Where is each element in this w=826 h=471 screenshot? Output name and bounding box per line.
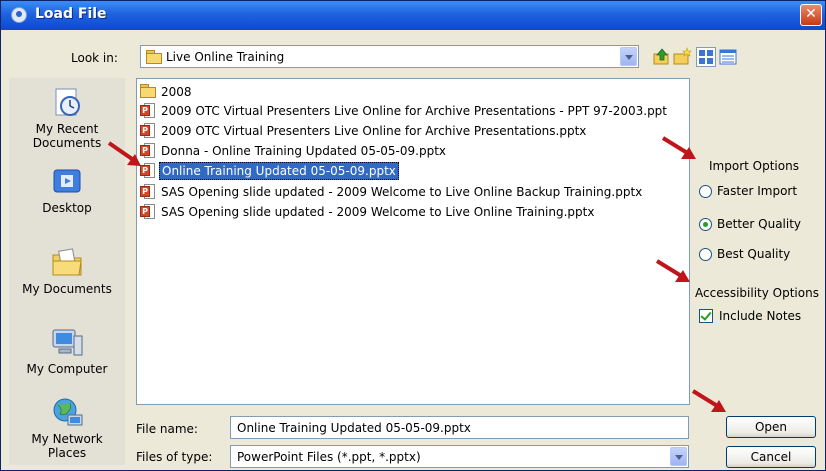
details-view-icon bbox=[719, 49, 737, 65]
chevron-down-icon[interactable] bbox=[620, 47, 637, 66]
file-name: 2009 OTC Virtual Presenters Live Online … bbox=[161, 124, 587, 138]
place-desktop[interactable]: Desktop bbox=[9, 165, 125, 215]
open-button[interactable]: Open bbox=[726, 416, 816, 438]
cancel-button[interactable]: Cancel bbox=[726, 446, 816, 468]
look-in-dropdown[interactable]: Live Online Training bbox=[140, 45, 639, 68]
thumbnails-view-icon bbox=[699, 50, 713, 64]
file-name-label: File name: bbox=[136, 422, 198, 436]
accessibility-options-heading: Accessibility Options bbox=[695, 286, 819, 300]
folder-icon bbox=[140, 84, 156, 100]
import-options-heading: Import Options bbox=[709, 159, 799, 173]
title-bar[interactable]: Load File ✕ bbox=[1, 1, 825, 30]
places-bar: My Recent Documents Desktop My Documents… bbox=[9, 78, 125, 465]
file-name: 2009 OTC Virtual Presenters Live Online … bbox=[161, 104, 668, 118]
powerpoint-file-icon: P bbox=[140, 103, 156, 119]
chevron-down-icon[interactable] bbox=[670, 447, 687, 466]
file-type-dropdown[interactable]: PowerPoint Files (*.ppt, *.pptx) bbox=[230, 445, 689, 468]
place-my-computer[interactable]: My Computer bbox=[9, 326, 125, 376]
up-folder-icon bbox=[653, 48, 669, 65]
annotation-arrow-icon bbox=[691, 389, 726, 412]
file-list[interactable]: 2008 P 2009 OTC Virtual Presenters Live … bbox=[136, 78, 690, 405]
folder-icon bbox=[146, 50, 162, 64]
app-icon bbox=[11, 7, 27, 23]
look-in-value: Live Online Training bbox=[166, 50, 285, 64]
radio-label: Faster Import bbox=[717, 184, 798, 198]
load-file-dialog: Load File ✕ Look in: Live Online Trainin… bbox=[0, 0, 826, 471]
annotation-arrow-icon bbox=[661, 136, 696, 159]
radio-circle[interactable] bbox=[699, 248, 712, 261]
place-label: Places bbox=[47, 446, 87, 460]
place-label: My Computer bbox=[26, 362, 108, 376]
file-name: Online Training Updated 05-05-09.pptx bbox=[159, 162, 399, 180]
recent-documents-icon bbox=[50, 86, 84, 120]
place-label: My Network bbox=[31, 432, 103, 446]
details-view-button[interactable] bbox=[718, 47, 738, 67]
annotation-arrow-icon bbox=[107, 141, 141, 166]
file-name: 2008 bbox=[161, 85, 192, 99]
radio-circle[interactable] bbox=[699, 185, 712, 198]
up-one-level-button[interactable] bbox=[652, 47, 672, 67]
look-in-label: Look in: bbox=[71, 51, 118, 65]
powerpoint-file-icon: P bbox=[140, 204, 156, 220]
powerpoint-file-icon: P bbox=[140, 123, 156, 139]
file-name: Donna - Online Training Updated 05-05-09… bbox=[161, 144, 447, 158]
view-menu-button[interactable] bbox=[696, 47, 716, 67]
radio-circle-selected[interactable] bbox=[699, 218, 712, 231]
file-name-input[interactable]: Online Training Updated 05-05-09.pptx bbox=[230, 416, 689, 439]
file-type-value: PowerPoint Files (*.ppt, *.pptx) bbox=[237, 450, 421, 464]
close-button[interactable]: ✕ bbox=[800, 4, 822, 26]
new-folder-button[interactable] bbox=[672, 47, 692, 67]
new-folder-icon bbox=[673, 47, 692, 65]
powerpoint-file-icon: P bbox=[140, 184, 156, 200]
place-label: My Recent bbox=[35, 122, 99, 136]
radio-label: Best Quality bbox=[717, 247, 791, 261]
annotation-arrow-icon bbox=[655, 259, 690, 282]
my-documents-icon bbox=[50, 246, 84, 280]
file-name: SAS Opening slide updated - 2009 Welcome… bbox=[161, 185, 643, 199]
network-places-icon bbox=[50, 396, 84, 430]
place-my-documents[interactable]: My Documents bbox=[9, 246, 125, 296]
place-my-network-places[interactable]: My Network Places bbox=[9, 396, 125, 460]
checkbox-label: Include Notes bbox=[719, 309, 802, 323]
place-label: Desktop bbox=[42, 201, 92, 215]
file-type-label: Files of type: bbox=[136, 450, 213, 464]
desktop-icon bbox=[50, 165, 84, 199]
my-computer-icon bbox=[50, 326, 84, 360]
place-label: My Documents bbox=[22, 282, 112, 296]
window-title: Load File bbox=[35, 6, 107, 22]
radio-label: Better Quality bbox=[717, 217, 802, 231]
checkbox-checked[interactable] bbox=[699, 309, 713, 323]
file-name: SAS Opening slide updated - 2009 Welcome… bbox=[161, 205, 595, 219]
